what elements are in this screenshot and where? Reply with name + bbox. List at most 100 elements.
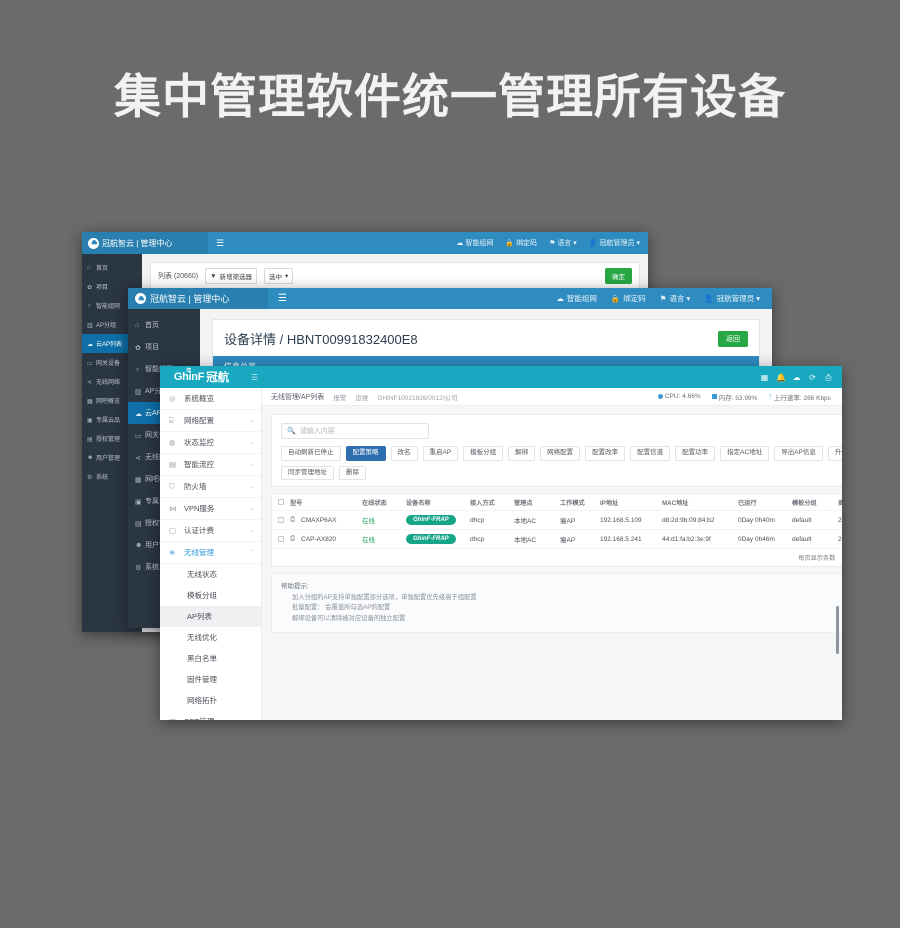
breadcrumb-link-alarm[interactable]: 报警 [333,392,346,402]
delete-button[interactable]: 删除 [339,465,366,480]
assign-ac-address-button[interactable]: 指定AC地址 [720,446,770,461]
brand-cn-label: 冠航 [206,372,230,384]
topnav-item-language[interactable]: ⚑ 语言 ▾ [660,293,691,304]
select-all-checkbox[interactable] [278,499,284,505]
wifi-icon: ≋ [185,367,192,374]
sync-manage-address-button[interactable]: 同步管理地址 [281,465,334,480]
upgrade-button[interactable]: 升级 [827,446,842,461]
export-ap-info-button[interactable]: 导出AP信息 [774,446,823,461]
topnav-item-bindcode[interactable]: 🔒 绑定码 [505,238,537,248]
per-page-label: 每页显示条数 [798,555,836,562]
table-row[interactable]: ⎙ CAP-AX820 在线 GhinF-FRAP dhcp 本地AC 瘦AP 1… [272,530,842,549]
network-config-button[interactable]: 网络配置 [540,446,581,461]
sidebar-item-label: 智能流控 [184,460,214,469]
sidebar-subitem-firmware[interactable]: 固件管理 [160,669,261,690]
config-policy-button[interactable]: 配置策略 [345,446,386,461]
hamburger-icon[interactable]: ☰ [251,373,258,382]
sidebar-subitem-topology[interactable]: 网络拓扑 [160,690,261,711]
config-power-button[interactable]: 配置功率 [675,446,716,461]
back-window-brand[interactable]: 冠航智云 | 管理中心 [82,232,208,254]
bell-icon[interactable]: 🔔 [776,373,786,382]
sidebar-subitem-blacklist[interactable]: 黑白名单 [160,648,261,669]
dashboard-icon: ◎ [169,394,176,403]
add-filter-label: 新增筛选器 [219,274,253,281]
topnav-item-network[interactable]: ☁ 智能组网 [456,238,493,248]
breadcrumb: 无线管理/AP列表 [271,393,325,401]
sidebar-item-billing[interactable]: ▢ 认证计费 ⌄ [160,520,261,542]
back-window-topnav: ☁ 智能组网 🔒 绑定码 ⚑ 语言 ▾ 👤 冠航管理员 ▾ [456,238,648,248]
column-header-name: 设备名称 [406,499,431,507]
search-input[interactable]: 🔍 请输入内容 [281,423,429,439]
column-header-mac: MAC地址 [662,499,689,507]
topnav-item-network[interactable]: ☁ 智能组网 [556,293,597,304]
search-placeholder: 请输入内容 [299,428,335,435]
cell-mac: 44:d1:fa:b2:3e:9f [662,535,711,543]
sidebar-subitem-template-group[interactable]: 模板分组 [160,585,261,606]
row-checkbox[interactable] [278,517,284,523]
chevron-down-icon: ⌄ [248,462,254,468]
table-row[interactable]: ⎙ CMAXP6AX 在线 GhinF-FRAP dhcp 本地AC 瘦AP 19… [272,511,842,530]
flag-icon: ⚑ [659,294,667,303]
rename-button[interactable]: 改名 [390,446,418,461]
save-icon[interactable]: ⎙ [824,373,833,382]
topnav-item-language[interactable]: ⚑ 语言 ▾ [549,238,577,248]
ap-group-icon: ▥ [87,322,93,329]
unbind-button[interactable]: 解绑 [508,446,536,461]
page-title: 集中管理软件统一管理所有设备 [114,70,786,123]
grid-icon[interactable]: ▦ [760,373,769,382]
cloud-icon[interactable]: ☁ [792,373,801,382]
refresh-icon[interactable]: ⟳ [808,373,817,382]
back-button[interactable]: 返回 [718,330,748,347]
sidebar-subitem-label: 网络拓扑 [187,696,217,705]
config-rate-button[interactable]: 配置改率 [585,446,626,461]
vertical-scrollbar[interactable] [836,606,839,654]
ap-device-icon: ⎙ [290,516,296,523]
hamburger-icon[interactable]: ☰ [278,293,287,304]
memory-icon [711,394,717,399]
template-group-button[interactable]: 模板分组 [463,446,504,461]
row-checkbox[interactable] [278,536,284,542]
chevron-down-icon: ⌄ [249,718,254,720]
sidebar-item-network-config[interactable]: ⌸ 网络配置 ⌄ [160,410,261,432]
back-window-brand-label: 冠航智云 | 管理中心 [102,238,173,248]
user-icon: 👤 [704,294,714,303]
topnav-item-user[interactable]: 👤 冠航管理员 ▾ [704,293,760,304]
sidebar-item-vpn[interactable]: ⋈ VPN服务 ⌄ [160,498,261,520]
add-filter-button[interactable]: ▼ 新增筛选器 [205,268,258,284]
sidebar-item-wireless-manage[interactable]: ≋ 无线管理 ⌃ [160,542,261,564]
topnav-item-user[interactable]: 👤 冠航管理员 ▾ [589,238,640,248]
middle-window-brand[interactable]: 冠航智云 | 管理中心 [128,288,268,309]
cloud-brand-icon: ▣ [87,417,93,424]
sidebar-item-cpe[interactable]: ▥ CPE管理 ⌄ [160,711,261,720]
topnav-item-bindcode[interactable]: 🔒 绑定码 [611,293,646,304]
sidebar-subitem-ap-list[interactable]: AP列表 [160,606,261,627]
gateway-icon: ▭ [87,360,93,367]
front-window[interactable]: ≋ GhinF 冠航 ☰ ▦ 🔔 ☁ ⟳ ⎙ ◎ 系统概览 ⌸ 网络配置 ⌄ ◍ 状态监… [160,366,842,720]
sidebar-item-flow-control[interactable]: ▤ 智能流控 ⌄ [160,454,261,476]
device-detail-title: 设备详情 / HBNT00991832400E8 [224,332,418,347]
config-channel-button[interactable]: 配置信道 [630,446,671,461]
sidebar-item-label: 云AP列表 [96,342,123,348]
sidebar-item-monitor[interactable]: ◍ 状态监控 ⌄ [160,432,261,454]
hamburger-icon[interactable]: ☰ [216,238,224,249]
confirm-button[interactable]: 确定 [605,268,632,284]
sidebar-item-home[interactable]: ⌂ 首页 [82,258,142,277]
sidebar-item-dashboard[interactable]: ◎ 系统概览 [160,388,261,410]
chevron-down-icon: ⌄ [248,528,254,534]
select-dropdown[interactable]: 选中 ▾ [264,268,294,284]
restart-ap-button[interactable]: 重启AP [422,446,459,461]
column-header-group: 模板分组 [792,499,817,507]
sidebar-subitem-wireless-optimize[interactable]: 无线优化 [160,627,261,648]
user-manage-icon: ☻ [87,454,94,461]
sidebar-item-home[interactable]: ⌂ 首页 [128,314,200,336]
sidebar-item-project[interactable]: ✿ 项目 [128,336,200,358]
shield-icon: ⛉ [169,482,175,491]
front-window-sidebar: ◎ 系统概览 ⌸ 网络配置 ⌄ ◍ 状态监控 ⌄ ▤ 智能流控 ⌄ ⛉ 防火墙 ⌄ ⋈ VPN服务 ⌄… [160,388,262,720]
front-window-brand[interactable]: ≋ GhinF 冠航 [160,366,243,388]
breadcrumb-link-ops[interactable]: 运维 [355,392,368,402]
sidebar-subitem-wireless-status[interactable]: 无线状态 [160,564,261,585]
auto-refresh-button[interactable]: 自动刷新已停止 [281,446,341,461]
ap-group-icon: ▥ [135,389,142,396]
sidebar-item-firewall[interactable]: ⛉ 防火墙 ⌄ [160,476,261,498]
topnav-label: 智能组网 [566,294,597,303]
